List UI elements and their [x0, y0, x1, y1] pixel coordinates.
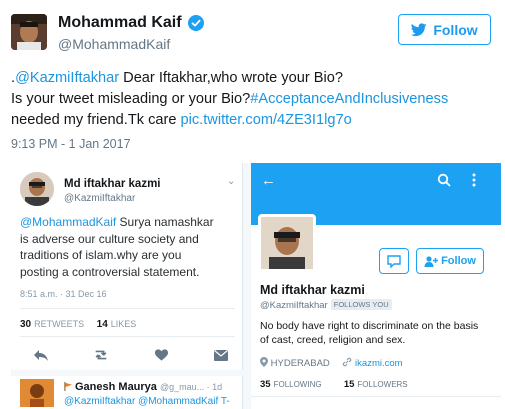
tweet-text: .@KazmiIftakhar Dear Iftakhar,who wrote … — [11, 70, 449, 128]
embedded-tweet-text: @MohammadKaif Surya namashkar is adverse… — [20, 215, 214, 279]
add-user-icon — [424, 255, 439, 267]
hashtag-link[interactable]: #AcceptanceAndInclusiveness — [250, 91, 448, 107]
twitter-bird-icon — [411, 22, 428, 36]
back-arrow-icon: ← — [261, 172, 276, 189]
author-handle[interactable]: @MohammadKaif — [58, 36, 204, 52]
profile-stats: 35 FOLLOWING 15 FOLLOWERS — [260, 379, 408, 390]
verified-badge-icon — [187, 15, 204, 31]
author-display-name[interactable]: Mohammad Kaif — [58, 14, 204, 32]
tweet-photo[interactable]: Md iftakhar kazmi @KazmiIftakhar ⌄ @Moha… — [11, 163, 501, 409]
message-button — [379, 248, 409, 274]
follow-button[interactable]: Follow — [398, 14, 491, 45]
author-info: Mohammad Kaif @MohammadKaif — [58, 14, 204, 52]
embedded-tweet-screenshot: Md iftakhar kazmi @KazmiIftakhar ⌄ @Moha… — [11, 163, 243, 409]
direct-message-icon — [213, 347, 229, 363]
follows-you-badge: FOLLOWS YOU — [330, 299, 392, 310]
profile-follow-button: Follow — [416, 248, 484, 274]
link-icon — [343, 357, 352, 367]
message-icon — [387, 255, 401, 268]
embedded-profile-screenshot: ← Follow Md iftakhar kazmi @KazmiIftakha… — [251, 163, 501, 409]
embedded-tweet-name: Md iftakhar kazmi — [64, 178, 161, 190]
divider — [251, 396, 501, 397]
search-icon — [437, 173, 451, 191]
embedded-tweet-stats: 30 RETWEETS 14 LIKES — [20, 319, 137, 330]
embedded-tweet-time: 8:51 a.m. · 31 Dec 16 — [20, 289, 107, 299]
embedded-tweet-actions — [33, 347, 229, 363]
reply-avatar — [20, 379, 54, 407]
follow-button-label: Follow — [433, 21, 478, 38]
divider — [20, 336, 235, 337]
profile-location-row: HYDERABAD ikazmi.com — [260, 357, 403, 369]
mention-link[interactable]: @KazmiIftakhar — [15, 70, 119, 86]
profile-name: Md iftakhar kazmi — [260, 283, 365, 297]
divider — [11, 370, 243, 376]
pic-link[interactable]: pic.twitter.com/4ZE3I1lg7o — [181, 112, 352, 128]
profile-top-bar: ← — [251, 163, 501, 199]
reply-name: Ganesh Maurya @g_mau... · 1d — [64, 381, 222, 393]
reply-meta: @g_mau... · 1d — [159, 382, 223, 392]
retweet-icon — [93, 347, 109, 363]
reply-icon — [33, 347, 49, 363]
profile-bio: No body have right to discriminate on th… — [260, 320, 479, 346]
profile-handle: @KazmiIftakhar FOLLOWS YOU — [260, 299, 392, 311]
embedded-reply: Ganesh Maurya @g_mau... · 1d @KazmiIftak… — [20, 379, 240, 409]
location-pin-icon — [260, 357, 268, 367]
like-heart-icon — [153, 347, 169, 363]
embedded-tweet-handle: @KazmiIftakhar — [64, 193, 136, 204]
embedded-tweet-avatar — [20, 172, 54, 206]
divider — [20, 308, 235, 309]
flag-icon — [64, 382, 73, 391]
more-options-icon — [472, 173, 476, 191]
reply-text: @KazmiIftakhar @MohammadKaif T- — [64, 396, 230, 407]
profile-avatar — [258, 214, 316, 272]
author-avatar[interactable] — [11, 14, 47, 50]
chevron-down-icon: ⌄ — [227, 176, 236, 187]
tweet-timestamp[interactable]: 9:13 PM - 1 Jan 2017 — [11, 137, 131, 151]
